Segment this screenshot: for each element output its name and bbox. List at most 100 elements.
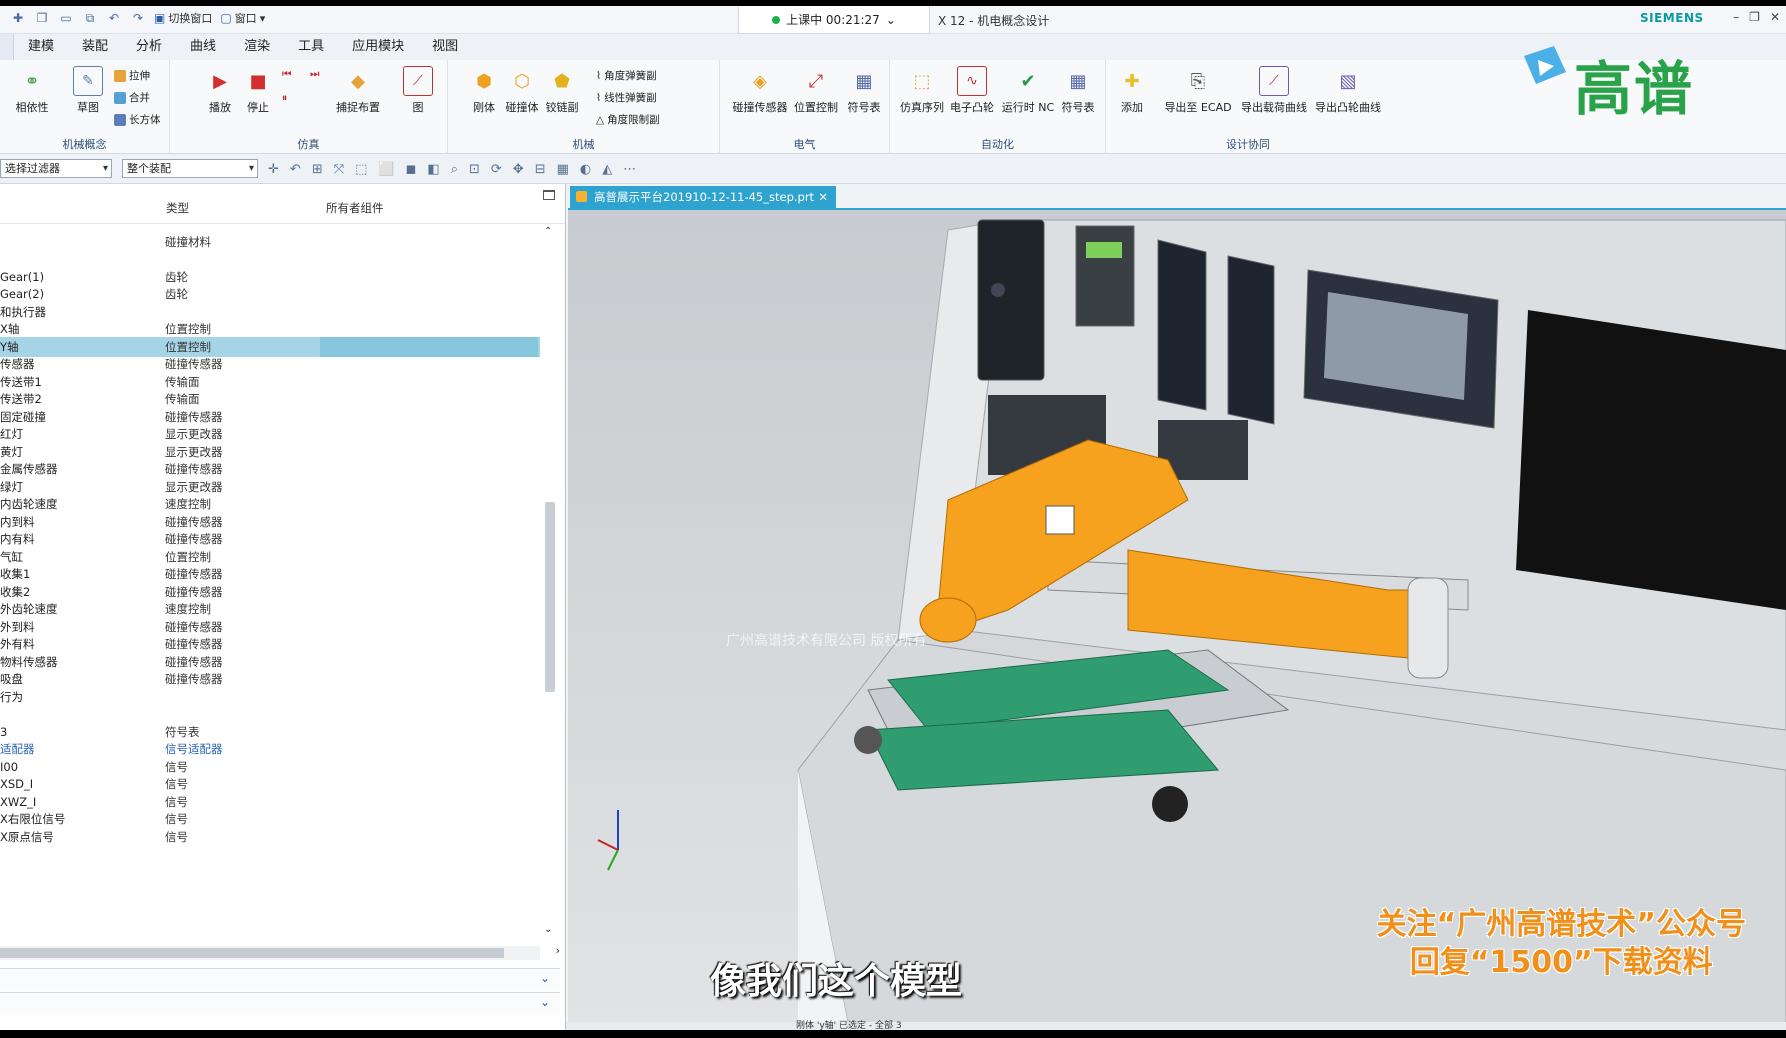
electronic-cam-button[interactable]: ∿ 电子凸轮 (948, 66, 996, 115)
collision-sensor-button[interactable]: ◈ 碰撞传感器 (732, 66, 788, 115)
app-window: ✚ ❐ ▭ ⧉ ↶ ↷ ▣ 切换窗口 ▢ 窗口 ▾ 上课中 00:21:27 ⌄ X … (0, 6, 1786, 1030)
runtime-nc-button[interactable]: ✔ 运行时 NC (1000, 66, 1056, 115)
render-style-icon[interactable]: ◐ (580, 162, 591, 177)
copy-icon[interactable]: ⧉ (82, 10, 98, 26)
automation-symbol-table-button[interactable]: ▦ 符号表 (1058, 66, 1098, 115)
simulation-sequence-button[interactable]: ⬚ 仿真序列 (898, 66, 946, 115)
switch-window-button[interactable]: ▣ 切换窗口 (154, 10, 212, 26)
menu-tools[interactable]: 工具 (284, 34, 338, 60)
export-ecad-button[interactable]: ⎘ 导出至 ECAD (1162, 66, 1234, 115)
stop-label: 停止 (247, 101, 269, 114)
more-tools-icon[interactable]: ⋯ (623, 162, 636, 177)
solid-icon[interactable]: ◼ (406, 162, 417, 177)
menu-render[interactable]: 渲染 (230, 34, 284, 60)
grid-icon[interactable]: ▦ (557, 162, 569, 177)
angular-spring-button[interactable]: ⌇ 角度弹簧副 (596, 68, 657, 83)
hscroll-thumb[interactable] (0, 948, 504, 958)
collision-body-button[interactable]: ⬡ 碰撞体 (502, 66, 542, 115)
play-button[interactable]: ▶ 播放 (200, 66, 240, 115)
menu-view[interactable]: 视图 (418, 34, 472, 60)
zoom-icon[interactable]: ⊡ (469, 162, 480, 177)
section-icon[interactable]: ⊟ (535, 162, 546, 177)
fit-view-icon[interactable]: ⌕ (451, 162, 458, 177)
navigator-vertical-scrollbar[interactable]: ⌃ ⌄ (542, 226, 556, 935)
menu-curve[interactable]: 曲线 (176, 34, 230, 60)
move-icon[interactable]: ⤧ (334, 162, 344, 177)
graphics-viewport[interactable]: 广州高谱技术有限公司 版权所有 (568, 208, 1786, 1022)
unite-button[interactable]: 合并 (114, 90, 150, 105)
scroll-up-icon[interactable]: ⌃ (544, 226, 552, 237)
save-icon[interactable]: ▭ (58, 10, 74, 26)
linear-spring-button[interactable]: ⌇ 线性弹簧副 (596, 90, 657, 105)
rewind-button[interactable]: ⏮ (282, 68, 291, 81)
expand-chevron-icon[interactable]: ⌄ (540, 971, 550, 985)
window-menu-button[interactable]: ▢ 窗口 ▾ (220, 10, 265, 26)
collision-sensor-icon: ◈ (753, 70, 767, 92)
linear-spring-icon: ⌇ (596, 91, 602, 104)
scroll-down-icon[interactable]: ⌄ (544, 924, 552, 935)
add-selection-icon[interactable]: ⊞ (312, 162, 323, 177)
dependencies-panel[interactable]: ⌄ (0, 968, 560, 990)
selection-scope-select[interactable]: 整个装配 (122, 159, 258, 178)
position-control-button[interactable]: ⤢ 位置控制 (792, 66, 840, 115)
close-tab-icon[interactable]: ✕ (818, 186, 828, 208)
angular-limit-button[interactable]: △ 角度限制副 (596, 112, 660, 127)
symbol-table-button[interactable]: ▦ 符号表 (844, 66, 884, 115)
pause-button[interactable]: ⏸ (282, 92, 287, 105)
graph-button[interactable]: ⟋ 图 (398, 66, 438, 115)
sketch-button[interactable]: ✎ 草图 (68, 66, 108, 115)
column-header-owner[interactable]: 所有者组件 (326, 200, 384, 216)
undo-icon[interactable]: ↶ (106, 10, 122, 26)
stop-button[interactable]: ■ 停止 (238, 66, 278, 115)
scroll-right-icon[interactable]: › (556, 944, 560, 957)
details-panel[interactable]: ⌄ (0, 992, 560, 1014)
column-header-type[interactable]: 类型 (166, 200, 189, 216)
box-select-icon[interactable]: ⬜ (378, 162, 394, 177)
position-control-label: 位置控制 (794, 101, 838, 114)
pan-icon[interactable]: ✥ (513, 162, 524, 177)
step-forward-icon: ⏭ (310, 68, 320, 80)
snapshot-button[interactable]: ◆ 捕捉布置 (330, 66, 386, 115)
session-status[interactable]: 上课中 00:21:27 ⌄ (738, 6, 930, 34)
step-forward-button[interactable]: ⏭ (310, 68, 319, 81)
extrude-button[interactable]: 拉伸 (114, 68, 150, 83)
snap-point-icon[interactable]: ✛ (268, 162, 279, 177)
export-load-curve-button[interactable]: ⟋ 导出载荷曲线 (1238, 66, 1310, 115)
undo-selection-icon[interactable]: ↶ (290, 162, 301, 177)
add-button[interactable]: ✚ 添加 (1112, 66, 1152, 115)
table-row[interactable]: 碰撞材料 (0, 232, 540, 252)
restore-icon[interactable]: ❐ (1749, 10, 1760, 24)
dependency-button[interactable]: ⚭ 相依性 (12, 66, 52, 115)
select-faces-icon[interactable]: ⬚ (355, 162, 367, 177)
open-icon[interactable]: ❐ (34, 10, 50, 26)
close-icon[interactable]: ✕ (1770, 10, 1780, 24)
view-orient-icon[interactable]: ◭ (602, 162, 612, 177)
export-cam-curve-button[interactable]: ▧ 导出凸轮曲线 (1312, 66, 1384, 115)
menu-modeling[interactable]: 建模 (14, 34, 68, 60)
scroll-thumb[interactable] (545, 502, 555, 692)
new-icon[interactable]: ✚ (10, 10, 26, 26)
minimize-icon[interactable]: – (1733, 10, 1739, 24)
rotate-icon[interactable]: ⟳ (491, 162, 502, 177)
gaopu-logo: 高谱 (1514, 42, 1724, 123)
cube-icon[interactable]: ◧ (427, 162, 439, 177)
collision-body-icon: ⬡ (514, 70, 530, 92)
hinge-joint-button[interactable]: ⬟ 铰链副 (542, 66, 582, 115)
file-menu[interactable] (0, 34, 14, 60)
menu-analysis[interactable]: 分析 (122, 34, 176, 60)
redo-icon[interactable]: ↷ (130, 10, 146, 26)
ribbon-group-automation: ⬚ 仿真序列 ∿ 电子凸轮 ✔ 运行时 NC ▦ 符号表 自动化 (890, 60, 1106, 154)
block-button[interactable]: 长方体 (114, 112, 161, 127)
menu-assembly[interactable]: 装配 (68, 34, 122, 60)
maximize-panel-icon[interactable] (543, 190, 555, 200)
document-tab[interactable]: 高普展示平台201910-12-11-45_step.prt ✕ (570, 186, 836, 208)
rigid-body-button[interactable]: ⬢ 刚体 (464, 66, 504, 115)
selection-filter-select[interactable]: 选择过滤器 (0, 159, 112, 178)
expand-chevron-icon[interactable]: ⌄ (540, 995, 550, 1009)
hinge-joint-label: 铰链副 (545, 101, 579, 114)
table-row[interactable]: X原点信号 信号 (0, 827, 540, 847)
menu-applications[interactable]: 应用模块 (338, 34, 418, 60)
position-control-marker-icon[interactable] (1045, 505, 1075, 535)
unite-label: 合并 (129, 92, 150, 104)
navigator-horizontal-scrollbar[interactable]: › (0, 944, 560, 960)
